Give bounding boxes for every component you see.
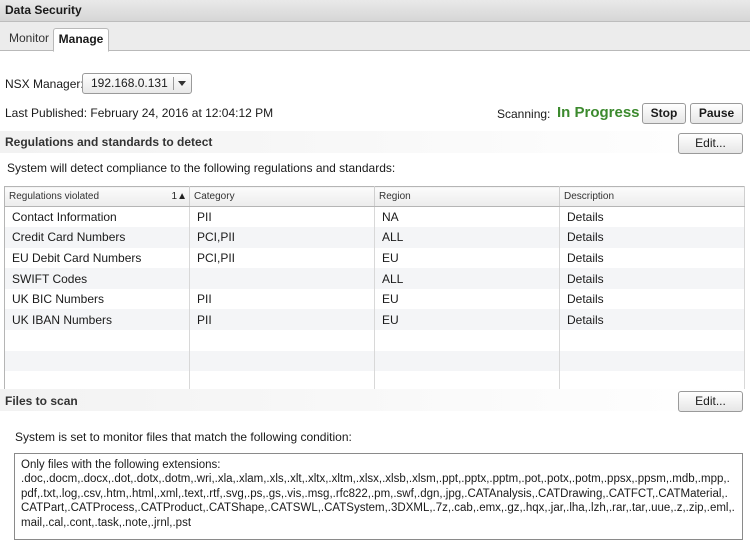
cell-category: PII	[189, 288, 375, 310]
regulations-edit-button[interactable]: Edit...	[678, 133, 743, 154]
details-link[interactable]: Details	[567, 292, 604, 306]
cell-regulation: Contact Information	[4, 206, 190, 228]
cell-region: EU	[374, 309, 560, 331]
table-row[interactable]: Credit Card Numbers PCI,PII ALL Details	[4, 227, 745, 248]
select-divider	[173, 77, 174, 90]
files-section-title: Files to scan	[5, 394, 78, 408]
chevron-down-icon	[178, 81, 186, 86]
table-row-empty	[4, 330, 745, 351]
table-row[interactable]: EU Debit Card Numbers PCI,PII EU Details	[4, 247, 745, 269]
regulations-section-header: Regulations and standards to detect	[0, 131, 750, 153]
nsx-manager-label: NSX Manager:	[5, 77, 84, 91]
regulations-section-title: Regulations and standards to detect	[5, 135, 213, 149]
files-description: System is set to monitor files that matc…	[15, 430, 352, 444]
pause-button[interactable]: Pause	[690, 103, 743, 124]
column-header-category[interactable]: Category	[189, 186, 375, 207]
window-title: Data Security	[0, 0, 750, 22]
nsx-manager-select[interactable]: 192.168.0.131	[82, 73, 192, 94]
scanning-status: In Progress	[557, 104, 640, 121]
file-extensions-box: Only files with the following extensions…	[14, 453, 743, 540]
tab-strip: Monitor Manage	[0, 22, 750, 52]
stop-button[interactable]: Stop	[642, 103, 686, 124]
cell-regulation: Credit Card Numbers	[4, 227, 190, 248]
cell-region: ALL	[374, 227, 560, 248]
table-row[interactable]: SWIFT Codes ALL Details	[4, 268, 745, 289]
cell-category: PCI,PII	[189, 227, 375, 248]
cell-region: NA	[374, 206, 560, 228]
regulations-description: System will detect compliance to the fol…	[7, 161, 396, 175]
cell-regulation: SWIFT Codes	[4, 268, 190, 289]
last-published: Last Published: February 24, 2016 at 12:…	[5, 106, 274, 120]
scanning-label: Scanning:	[497, 107, 551, 121]
details-link[interactable]: Details	[567, 251, 604, 265]
file-extensions-heading: Only files with the following extensions…	[21, 459, 221, 471]
details-link[interactable]: Details	[567, 313, 604, 327]
cell-region: ALL	[374, 268, 560, 289]
cell-category: PII	[189, 206, 375, 228]
tab-manage[interactable]: Manage	[53, 28, 109, 52]
sort-ascending-icon: 1▲	[171, 191, 187, 202]
nsx-manager-value: 192.168.0.131	[91, 76, 168, 90]
details-link[interactable]: Details	[567, 210, 604, 224]
cell-category	[189, 268, 375, 289]
table-row-empty	[4, 350, 745, 372]
column-header-description[interactable]: Description	[559, 186, 745, 207]
details-link[interactable]: Details	[567, 230, 604, 244]
file-extensions-list: .doc,.docm,.docx,.dot,.dotx,.dotm,.wri,.…	[21, 473, 735, 529]
cell-category: PCI,PII	[189, 247, 375, 269]
cell-regulation: EU Debit Card Numbers	[4, 247, 190, 269]
table-row[interactable]: UK BIC Numbers PII EU Details	[4, 288, 745, 310]
tab-monitor[interactable]: Monitor	[1, 28, 57, 51]
cell-category: PII	[189, 309, 375, 331]
regulations-table: Regulations violated 1▲ Category Region …	[4, 186, 745, 393]
files-edit-button[interactable]: Edit...	[678, 391, 743, 412]
column-header-regulations[interactable]: Regulations violated 1▲	[4, 186, 190, 207]
cell-region: EU	[374, 247, 560, 269]
files-section-header: Files to scan	[0, 389, 750, 411]
cell-regulation: UK BIC Numbers	[4, 288, 190, 310]
details-link[interactable]: Details	[567, 272, 604, 286]
cell-region: EU	[374, 288, 560, 310]
column-header-region[interactable]: Region	[374, 186, 560, 207]
cell-regulation: UK IBAN Numbers	[4, 309, 190, 331]
table-row[interactable]: UK IBAN Numbers PII EU Details	[4, 309, 745, 331]
table-row[interactable]: Contact Information PII NA Details	[4, 206, 745, 228]
